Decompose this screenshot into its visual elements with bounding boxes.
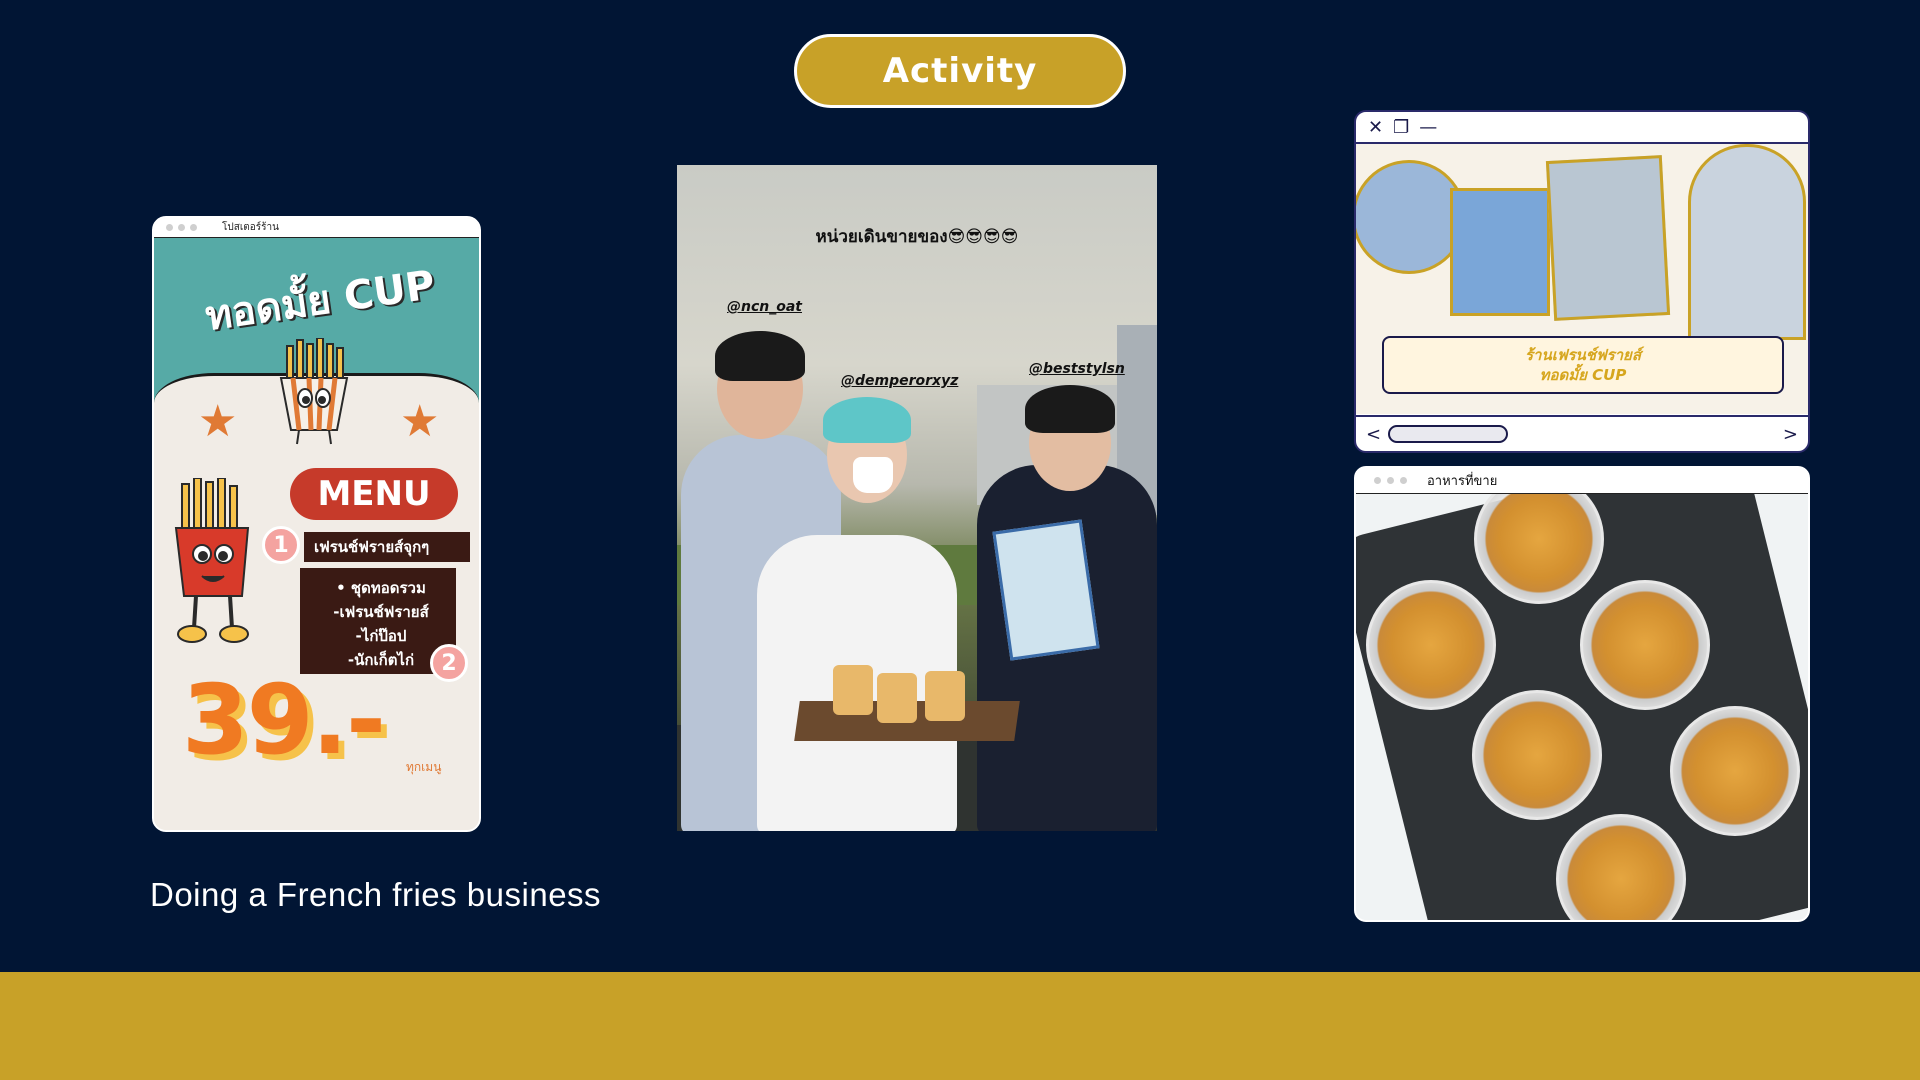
shop-collage-window: ✕ ❐ — ร้านเฟรนช์ฟรายส์ ทอดมั้ย CUP < > — [1354, 110, 1810, 453]
person-right-hair — [1025, 385, 1115, 433]
activity-title-pill: Activity — [794, 34, 1126, 108]
collage-photo — [1545, 155, 1671, 321]
person-left-hair — [715, 331, 805, 381]
tag-handle-2: @demperorxyz — [841, 373, 959, 389]
star-icon: ★ — [400, 396, 440, 447]
menu-item-2-badge: 2 — [430, 644, 468, 682]
menu-label: MENU — [317, 474, 431, 514]
held-poster — [992, 519, 1100, 661]
fries-cup-mascot-icon — [279, 338, 349, 445]
shop-name-line2: ทอดมั้ย CUP — [1539, 366, 1627, 384]
food-cup — [1366, 580, 1496, 710]
menu-item-1-badge: 1 — [262, 526, 300, 564]
poster-window-titlebar: โปสเตอร์ร้าน — [154, 218, 479, 238]
window-dot-icon — [190, 224, 197, 231]
tag-handle-3: @beststylsn — [1029, 361, 1125, 377]
food-cup — [1580, 580, 1710, 710]
poster-window: โปสเตอร์ร้าน ทอดมั้ย CUP ★ ★ MENU เฟรนช์… — [152, 216, 481, 832]
food-window-title: อาหารที่ขาย — [1427, 474, 1498, 489]
activity-title: Activity — [882, 51, 1038, 91]
tag-handle-1: @ncn_oat — [727, 299, 802, 315]
collage-body: ร้านเฟรนช์ฟรายส์ ทอดมั้ย CUP — [1356, 144, 1808, 414]
star-icon: ★ — [198, 396, 238, 447]
food-cup — [1472, 690, 1602, 820]
menu-heading: MENU — [290, 468, 458, 520]
collage-photo — [1450, 188, 1550, 316]
footer-band — [0, 972, 1920, 1080]
combo-line: -ไก่ป๊อป — [355, 627, 407, 645]
slide-caption: Doing a French fries business — [150, 876, 602, 913]
window-dot-icon — [1374, 477, 1381, 484]
food-photo — [1356, 494, 1808, 920]
price-label: 39.- — [182, 664, 386, 776]
fries-cup — [877, 673, 917, 723]
food-window-titlebar: อาหารที่ขาย — [1356, 468, 1808, 494]
window-dot-icon — [1387, 477, 1394, 484]
next-arrow-icon[interactable]: > — [1783, 424, 1798, 445]
prev-arrow-icon[interactable]: < — [1366, 424, 1381, 445]
every-menu-label: ทุกเมนู — [406, 760, 442, 774]
fries-cup — [833, 665, 873, 715]
menu-item-1: เฟรนช์ฟรายส์จุกๆ — [304, 532, 470, 562]
restore-icon[interactable]: ❐ — [1393, 117, 1409, 138]
person-center-hair — [823, 397, 911, 443]
window-dot-icon — [178, 224, 185, 231]
shop-name-line1: ร้านเฟรนช์ฟรายส์ — [1524, 346, 1641, 364]
combo-line: -เฟรนช์ฟรายส์ — [333, 603, 429, 621]
minimize-icon[interactable]: — — [1419, 117, 1437, 138]
food-cup — [1670, 706, 1800, 836]
menu-item-1-label: เฟรนช์ฟรายส์จุกๆ — [314, 538, 430, 556]
food-window: อาหารที่ขาย — [1354, 466, 1810, 922]
badge-number: 2 — [441, 650, 457, 676]
badge-number: 1 — [273, 532, 289, 558]
close-icon[interactable]: ✕ — [1368, 117, 1383, 138]
team-selling-photo: หน่วยเดินขายของ😎😎😎😎 @ncn_oat @demperorxy… — [677, 165, 1157, 831]
poster-window-title: โปสเตอร์ร้าน — [222, 222, 279, 233]
fries-cup — [925, 671, 965, 721]
combo-line: • ชุดทอดรวม — [336, 579, 426, 597]
collage-photo-arch — [1688, 144, 1806, 340]
collage-window-titlebar: ✕ ❐ — — [1356, 112, 1808, 144]
face-mask — [853, 457, 893, 493]
window-dot-icon — [166, 224, 173, 231]
collage-window-footer: < > — [1356, 415, 1808, 451]
window-dot-icon — [1400, 477, 1407, 484]
fries-box-mascot-icon — [174, 478, 250, 643]
horizontal-scrollbar[interactable] — [1388, 425, 1508, 443]
shop-name-label: ร้านเฟรนช์ฟรายส์ ทอดมั้ย CUP — [1382, 336, 1784, 394]
story-caption: หน่วยเดินขายของ😎😎😎😎 — [815, 227, 1019, 247]
